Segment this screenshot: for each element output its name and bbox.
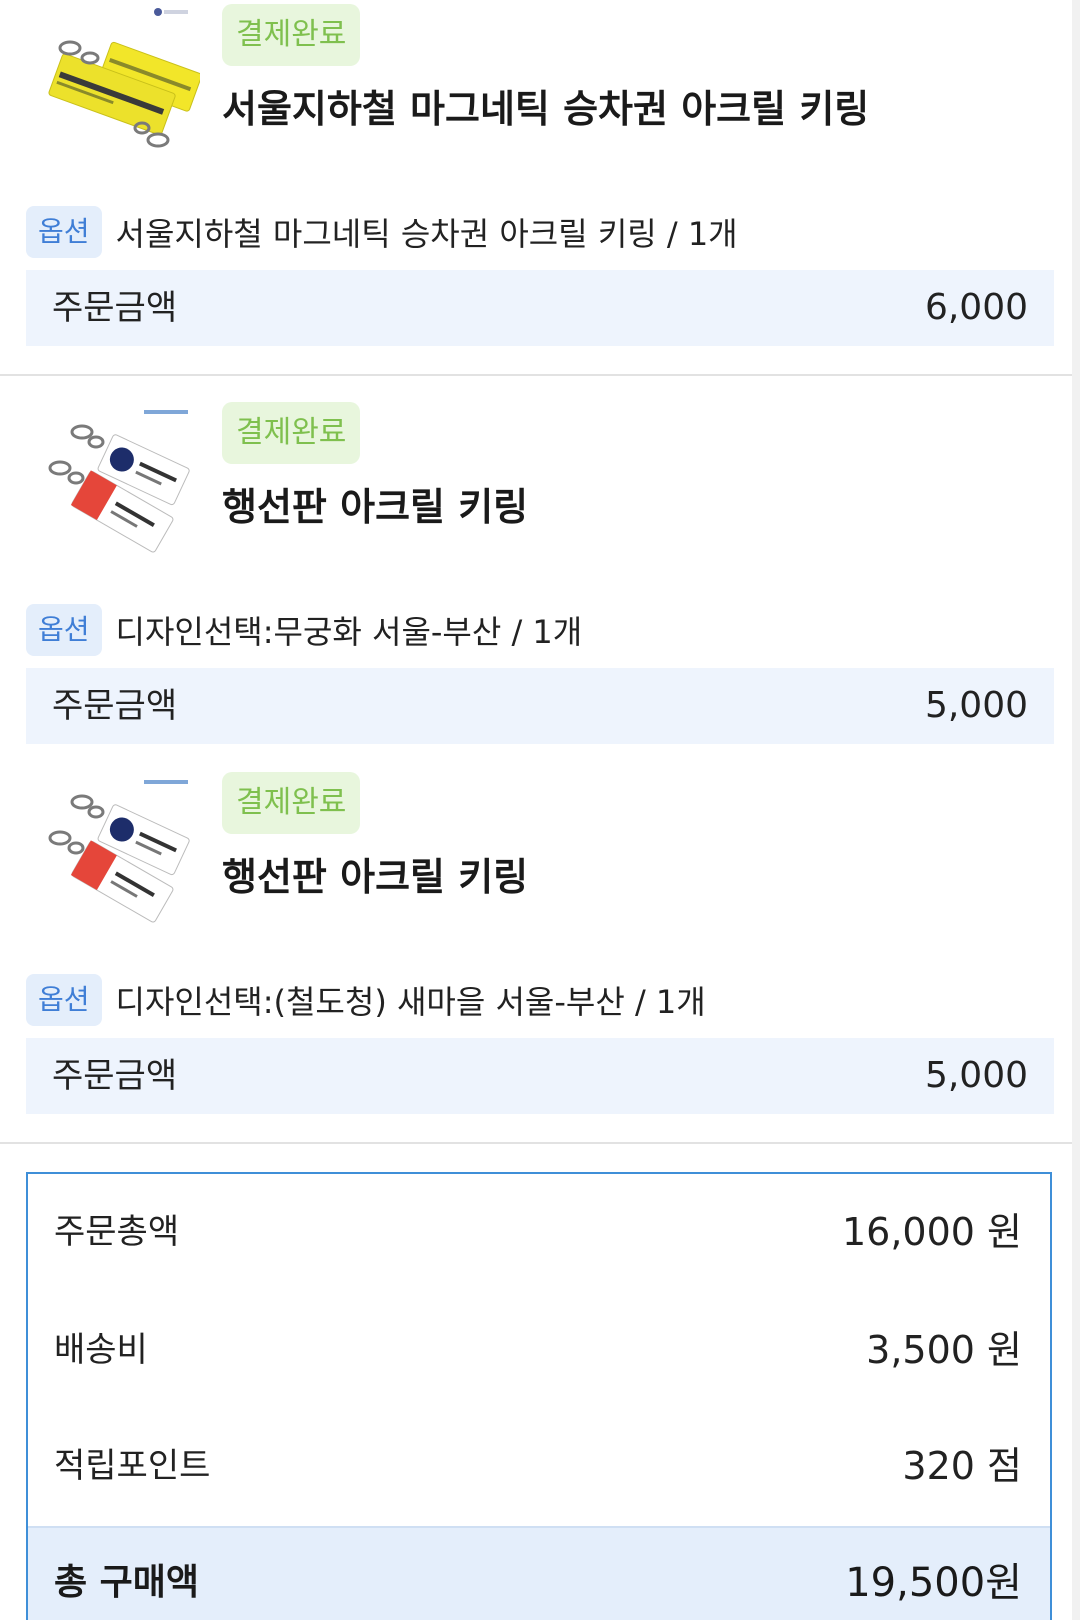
shipping-fee-row: 배송비 3,500 원 [28,1310,1050,1390]
order-amount-label: 주문금액 [52,1056,178,1096]
option-row: 옵션 서울지하철 마그네틱 승차권 아크릴 키링 / 1개 [26,206,738,258]
option-text: 디자인선택:무궁화 서울-부산 / 1개 [115,613,583,651]
destination-sign-keyring-image[interactable] [40,768,200,928]
option-row: 옵션 디자인선택:무궁화 서울-부산 / 1개 [26,604,582,656]
order-total-value: 16,000 원 [841,1210,1022,1254]
destination-sign-keyring-image[interactable] [40,398,200,558]
product-title[interactable]: 행선판 아크릴 키링 [222,846,528,901]
payment-complete-badge: 결제완료 [222,4,361,66]
item-divider [0,374,1072,376]
product-title[interactable]: 서울지하철 마그네틱 승차권 아크릴 키링 [222,78,869,133]
vertical-scrollbar[interactable] [1072,0,1080,1620]
order-amount-label: 주문금액 [52,686,178,726]
option-tag: 옵션 [26,974,102,1026]
reward-points-label: 적립포인트 [54,1446,211,1486]
section-divider [0,1142,1072,1144]
grand-total-label: 총 구매액 [54,1562,200,1603]
order-total-label: 주문총액 [54,1212,180,1252]
option-text: 디자인선택:(철도청) 새마을 서울-부산 / 1개 [115,983,706,1021]
order-amount-row: 주문금액 5,000 [26,668,1054,744]
reward-points-row: 적립포인트 320 점 [28,1426,1050,1506]
option-text: 서울지하철 마그네틱 승차권 아크릴 키링 / 1개 [115,215,738,253]
order-detail-page: 결제완료 서울지하철 마그네틱 승차권 아크릴 키링 옵션 서울지하철 마그네틱… [0,0,1080,1620]
order-amount-value: 6,000 [924,287,1028,328]
order-amount-value: 5,000 [924,685,1028,726]
reward-points-value: 320 점 [902,1444,1022,1488]
yellow-ticket-keyring-image[interactable] [40,0,202,160]
order-amount-row: 주문금액 5,000 [26,1038,1054,1114]
grand-total-value: 19,500원 [845,1560,1022,1606]
order-amount-row: 주문금액 6,000 [26,270,1054,346]
order-total-row: 주문총액 16,000 원 [28,1192,1050,1272]
shipping-fee-label: 배송비 [54,1330,148,1370]
option-tag: 옵션 [26,206,102,258]
option-row: 옵션 디자인선택:(철도청) 새마을 서울-부산 / 1개 [26,974,706,1026]
option-tag: 옵션 [26,604,102,656]
order-amount-value: 5,000 [924,1055,1028,1096]
payment-summary-box: 주문총액 16,000 원 배송비 3,500 원 적립포인트 320 점 총 … [26,1172,1052,1620]
payment-complete-badge: 결제완료 [222,402,361,464]
product-title[interactable]: 행선판 아크릴 키링 [222,476,528,531]
grand-total-row: 총 구매액 19,500원 [28,1526,1050,1620]
order-amount-label: 주문금액 [52,288,178,328]
shipping-fee-value: 3,500 원 [866,1328,1022,1372]
payment-complete-badge: 결제완료 [222,772,361,834]
